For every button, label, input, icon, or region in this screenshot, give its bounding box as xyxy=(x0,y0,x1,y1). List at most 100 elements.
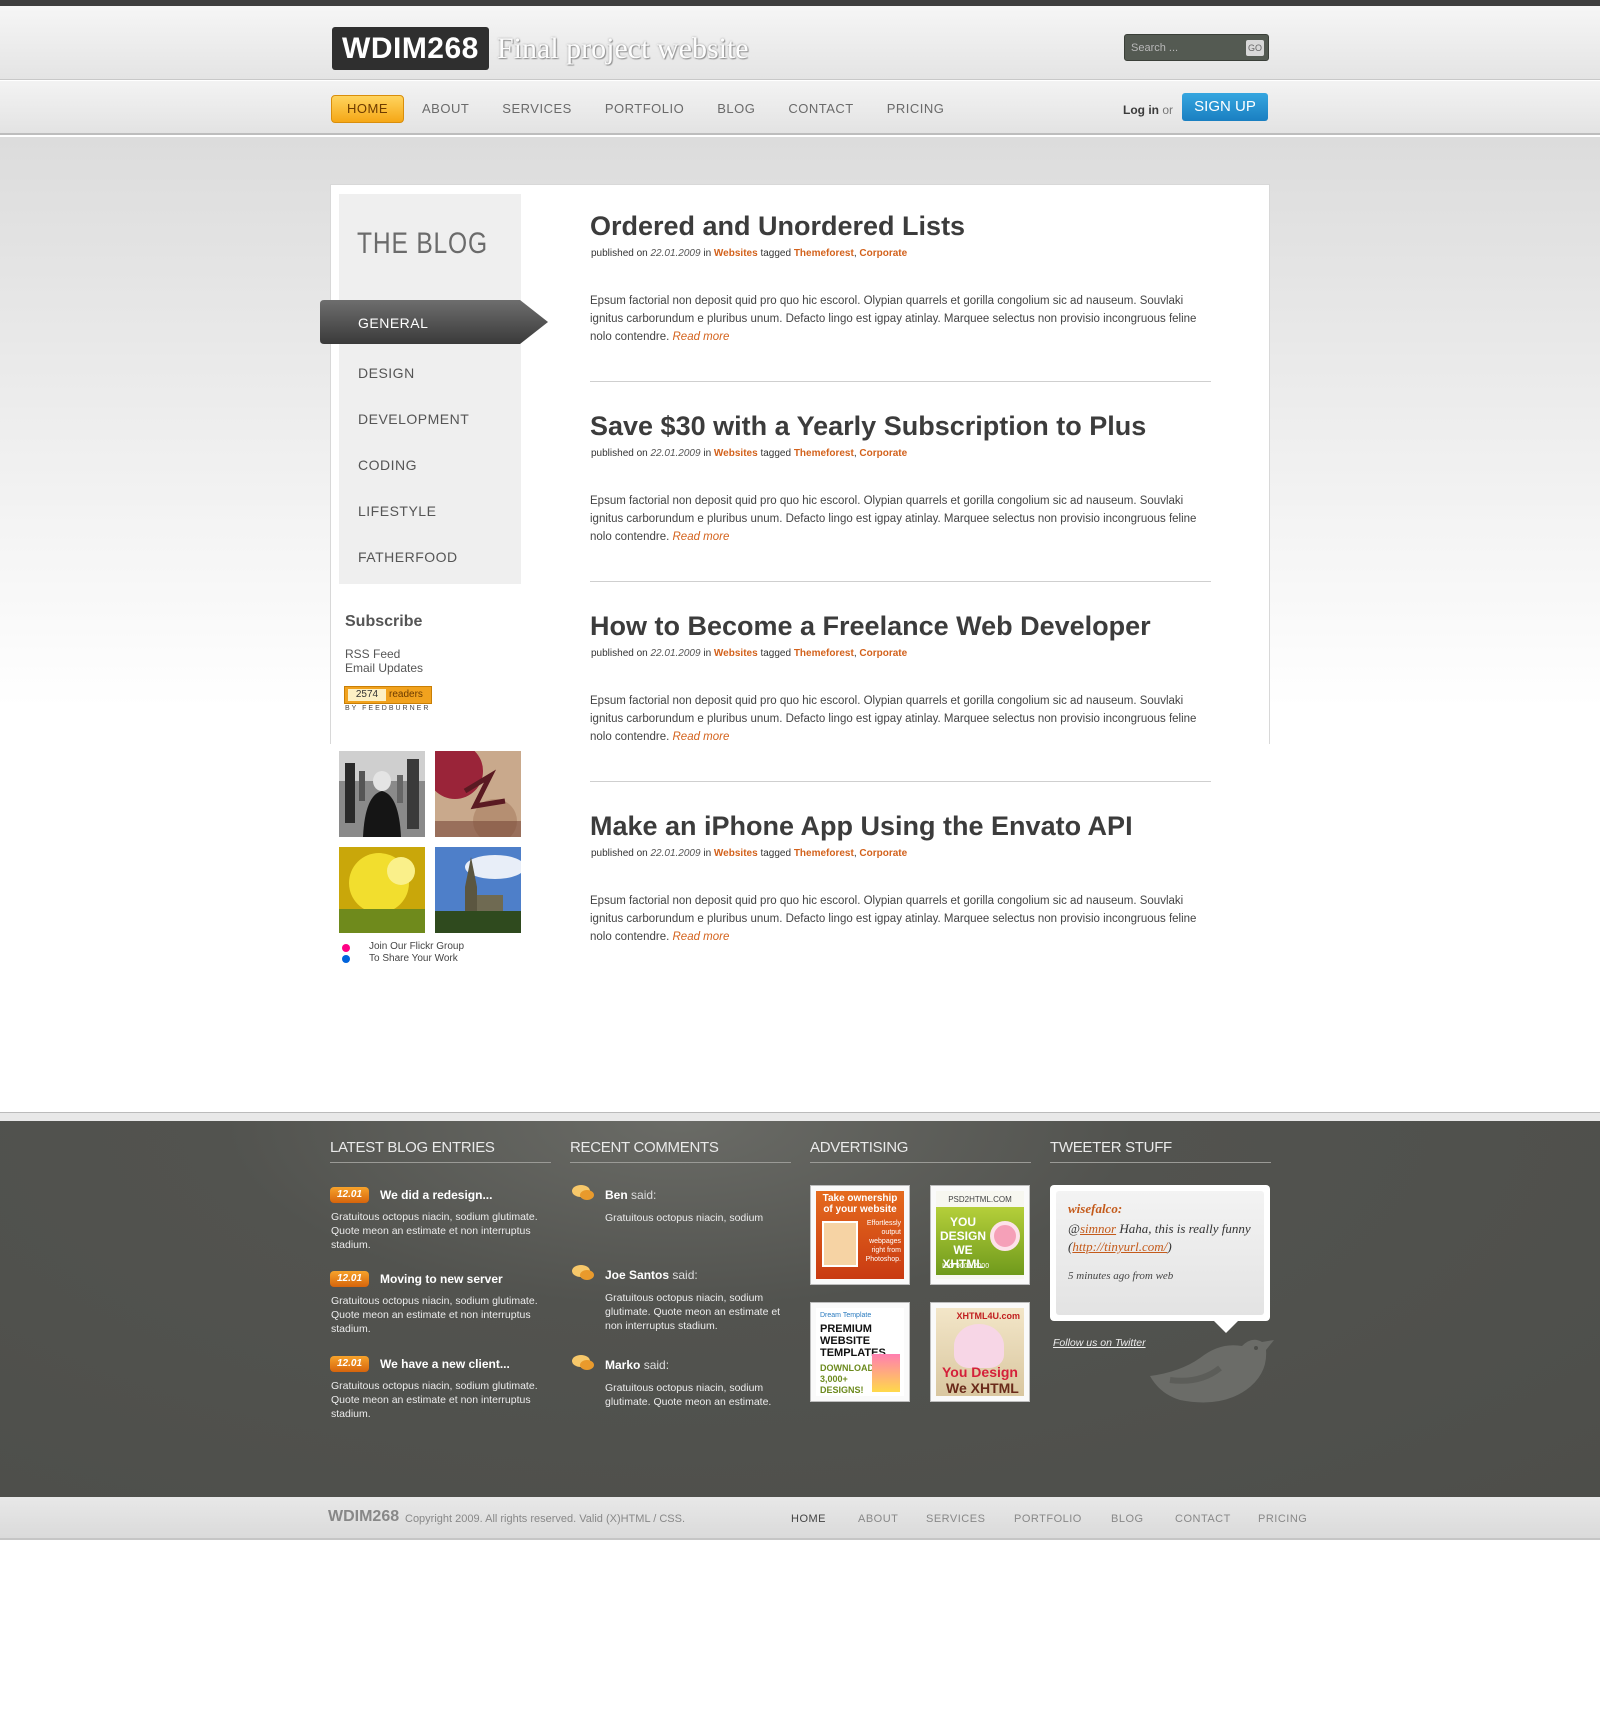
nav-portfolio[interactable]: PORTFOLIO xyxy=(605,96,684,122)
tweet-url-link[interactable]: http://tinyurl.com/ xyxy=(1072,1239,1167,1254)
footer-heading-latest: LATEST BLOG ENTRIES xyxy=(330,1139,551,1163)
tweet-time: 5 minutes ago from web xyxy=(1068,1270,1174,1282)
tweet-inner: wisefalco: @simnor Haha, this is really … xyxy=(1056,1191,1264,1315)
post-divider xyxy=(590,581,1211,582)
post-date: 22.01.2009 xyxy=(650,648,701,659)
email-updates-link[interactable]: Email Updates xyxy=(345,661,423,675)
footer-nav-pricing[interactable]: PRICING xyxy=(1258,1513,1307,1525)
feedburner-badge[interactable]: 2574 readers xyxy=(344,686,432,704)
meta-tagged: tagged xyxy=(760,848,792,859)
search-go-button[interactable]: GO xyxy=(1246,40,1264,56)
nav-pricing[interactable]: PRICING xyxy=(887,96,945,122)
ad-banner[interactable]: XHTML4U.com You Design We XHTML xyxy=(930,1302,1030,1402)
bottom-logo[interactable]: WDIM268 xyxy=(328,1508,399,1526)
flickr-thumb-yellow[interactable] xyxy=(339,847,425,933)
login-link[interactable]: Log in xyxy=(1123,103,1159,117)
post-title[interactable]: Make an iPhone App Using the Envato API xyxy=(590,810,1133,842)
post-tag-link[interactable]: Corporate xyxy=(859,848,907,859)
read-more-link[interactable]: Read more xyxy=(673,331,730,343)
nav-blog[interactable]: BLOG xyxy=(717,96,755,122)
search-box: GO xyxy=(1124,34,1269,61)
search-input[interactable] xyxy=(1131,39,1241,57)
post-tag-link[interactable]: Corporate xyxy=(859,648,907,659)
post-tag-link[interactable]: Corporate xyxy=(859,448,907,459)
tweet-text: @simnor Haha, this is really funny (http… xyxy=(1068,1221,1251,1254)
entry-text: Gratuitous octopus niacin, sodium glutim… xyxy=(331,1295,538,1335)
site-logo[interactable]: WDIM268 xyxy=(332,27,489,70)
category-lifestyle[interactable]: LIFESTYLE xyxy=(358,503,436,519)
post-category-link[interactable]: Websites xyxy=(714,848,758,859)
ad-line: PSD2HTML.COM xyxy=(948,1195,1012,1204)
category-design[interactable]: DESIGN xyxy=(358,365,415,381)
category-fatherfood[interactable]: FATHERFOOD xyxy=(358,549,458,565)
post-tag-link[interactable]: Themeforest xyxy=(794,248,854,259)
site-tagline: Final project website xyxy=(497,32,749,65)
entry-text: Gratuitous octopus niacin, sodium glutim… xyxy=(331,1211,538,1251)
flickr-join-line1[interactable]: Join Our Flickr Group xyxy=(369,941,464,952)
category-development[interactable]: DEVELOPMENT xyxy=(358,411,469,427)
tweet-mention-link[interactable]: simnor xyxy=(1080,1221,1116,1236)
footer-nav-blog[interactable]: BLOG xyxy=(1111,1513,1144,1525)
category-general[interactable]: GENERAL xyxy=(358,315,428,331)
footer-nav-home[interactable]: HOME xyxy=(791,1513,826,1525)
nav-contact[interactable]: CONTACT xyxy=(788,96,853,122)
flickr-thumb-castle[interactable] xyxy=(435,847,521,933)
ad-banner[interactable]: PSD2HTML.COM YOU DESIGN WE XHTML ISO 900… xyxy=(930,1185,1030,1285)
footer-top-line xyxy=(0,1112,1600,1121)
flickr-join-line2[interactable]: To Share Your Work xyxy=(369,953,458,964)
read-more-link[interactable]: Read more xyxy=(673,731,730,743)
comment-author-name[interactable]: Ben xyxy=(605,1188,628,1202)
post-excerpt: Epsum factorial non deposit quid pro quo… xyxy=(590,492,1212,546)
tweet-body: Haha, this is really funny xyxy=(1119,1221,1251,1236)
post-excerpt: Epsum factorial non deposit quid pro quo… xyxy=(590,892,1212,946)
ad-line: We XHTML xyxy=(946,1380,1019,1396)
signup-button[interactable]: SIGN UP xyxy=(1182,93,1268,121)
feedburner-caption: BY FEEDBURNER xyxy=(345,705,431,712)
post-title[interactable]: Save $30 with a Yearly Subscription to P… xyxy=(590,410,1146,442)
flickr-icon xyxy=(342,944,350,964)
footer-nav-portfolio[interactable]: PORTFOLIO xyxy=(1014,1513,1082,1525)
ad-banner[interactable]: Take ownership of your website Effortles… xyxy=(810,1185,910,1285)
post-tag-link[interactable]: Corporate xyxy=(859,248,907,259)
comment-author-name[interactable]: Marko xyxy=(605,1358,640,1372)
post-tag-link[interactable]: Themeforest xyxy=(794,448,854,459)
footer-nav-services[interactable]: SERVICES xyxy=(926,1513,985,1525)
ad-graphic xyxy=(990,1221,1020,1251)
ad-banner[interactable]: Dream Template PREMIUM WEBSITE TEMPLATES… xyxy=(810,1302,910,1402)
nav-about[interactable]: ABOUT xyxy=(422,96,469,122)
post-category-link[interactable]: Websites xyxy=(714,448,758,459)
comment-text: Gratuitous octopus niacin, sodium glutim… xyxy=(605,1382,772,1408)
feed-reader-label: readers xyxy=(389,689,423,700)
footer-nav-about[interactable]: ABOUT xyxy=(858,1513,898,1525)
footer-heading-advertising: ADVERTISING xyxy=(810,1139,1031,1163)
read-more-link[interactable]: Read more xyxy=(673,931,730,943)
ad-line: Effortlessly output webpages right from … xyxy=(865,1220,901,1263)
post-tag-link[interactable]: Themeforest xyxy=(794,848,854,859)
meta-prefix: published on xyxy=(591,248,648,259)
post-title[interactable]: Ordered and Unordered Lists xyxy=(590,210,965,242)
post-category-link[interactable]: Websites xyxy=(714,248,758,259)
tweet-user[interactable]: wisefalco: xyxy=(1068,1201,1252,1217)
active-category-arrow xyxy=(320,300,548,344)
flickr-thumb-crowd[interactable] xyxy=(339,751,425,837)
post-tag-link[interactable]: Themeforest xyxy=(794,648,854,659)
entry-title-link[interactable]: Moving to new server xyxy=(380,1272,503,1286)
entry-title-link[interactable]: We did a redesign... xyxy=(380,1188,492,1202)
post-category-link[interactable]: Websites xyxy=(714,648,758,659)
footer-heading-comments: RECENT COMMENTS xyxy=(570,1139,791,1163)
ad-line: You Design xyxy=(942,1364,1018,1380)
nav-services[interactable]: SERVICES xyxy=(502,96,572,122)
nav-home[interactable]: HOME xyxy=(331,95,404,123)
category-coding[interactable]: CODING xyxy=(358,457,417,473)
read-more-link[interactable]: Read more xyxy=(673,531,730,543)
flickr-thumb-grunge[interactable] xyxy=(435,751,521,837)
rss-feed-link[interactable]: RSS Feed xyxy=(345,647,400,661)
comment-said: said: xyxy=(643,1358,670,1372)
post-title[interactable]: How to Become a Freelance Web Developer xyxy=(590,610,1151,642)
footer-nav-contact[interactable]: CONTACT xyxy=(1175,1513,1231,1525)
comment-author-name[interactable]: Joe Santos xyxy=(605,1268,669,1282)
entry-title-link[interactable]: We have a new client... xyxy=(380,1357,510,1371)
ad-line: Take ownership xyxy=(822,1193,898,1204)
ad-line: XHTML4U.com xyxy=(956,1311,1020,1321)
follow-twitter-link[interactable]: Follow us on Twitter xyxy=(1053,1337,1146,1349)
